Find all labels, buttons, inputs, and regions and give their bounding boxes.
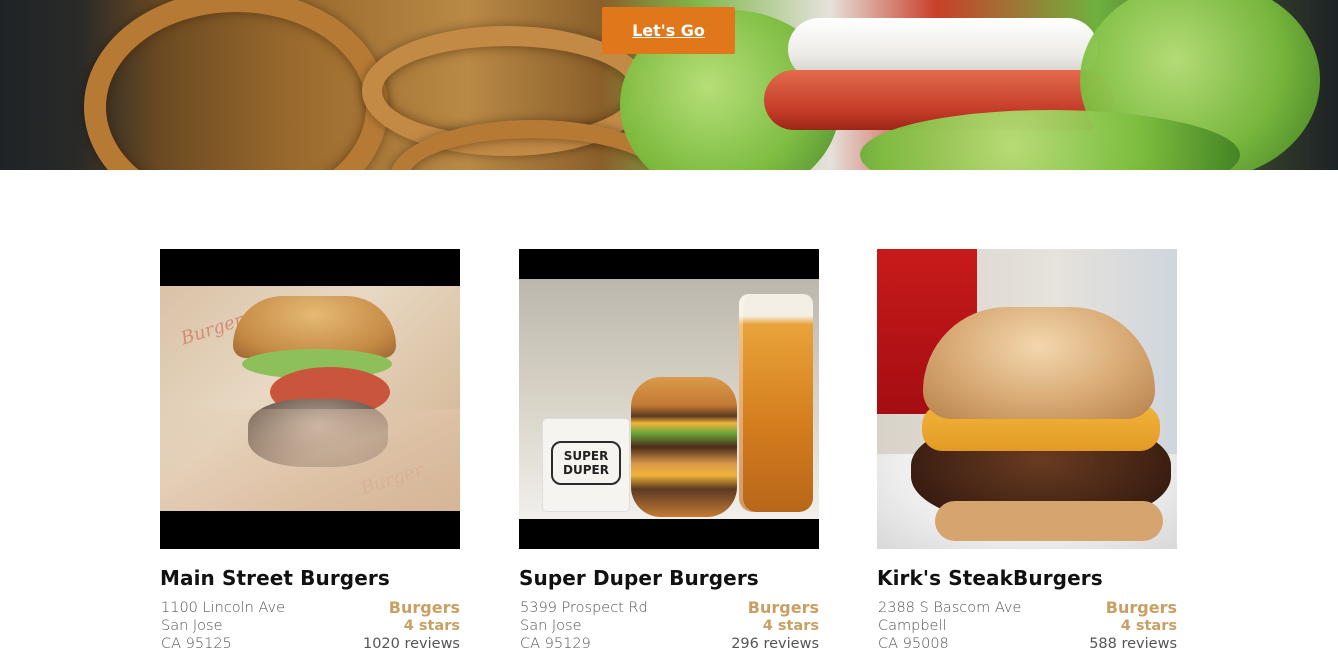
address-line-2: San Jose: [520, 618, 582, 634]
category-label: Burgers: [388, 598, 460, 617]
rating-label: 4 stars: [1120, 618, 1177, 634]
rating-label: 4 stars: [762, 618, 819, 634]
bun-bottom-image: [935, 501, 1163, 541]
reviews-count: 1020 reviews: [362, 636, 460, 652]
restaurant-address: 2388 S Bascom Ave Campbell CA 95008: [878, 599, 1021, 653]
bag-logo: SUPER DUPER: [551, 441, 621, 485]
restaurant-card[interactable]: Burger Burger Main Street Burgers 1100 L…: [160, 249, 460, 653]
onion-ring-image: [84, 0, 388, 170]
restaurant-info: 5399 Prospect Rd San Jose CA 95129 Burge…: [519, 599, 819, 653]
address-line-3: CA 95008: [878, 636, 949, 652]
bun-top-image: [923, 307, 1155, 419]
restaurant-address: 1100 Lincoln Ave San Jose CA 95125: [161, 599, 285, 653]
lets-go-button[interactable]: Let's Go: [602, 7, 735, 54]
restaurant-meta: Burgers 4 stars 1020 reviews: [363, 599, 460, 653]
restaurant-name[interactable]: Super Duper Burgers: [519, 566, 819, 590]
burger-bag-image: SUPER DUPER: [543, 419, 629, 511]
restaurant-info: 1100 Lincoln Ave San Jose CA 95125 Burge…: [160, 599, 460, 653]
category-label: Burgers: [1105, 598, 1177, 617]
restaurant-address: 5399 Prospect Rd San Jose CA 95129: [520, 599, 648, 653]
restaurant-photo[interactable]: SUPER DUPER: [519, 249, 819, 549]
restaurant-meta: Burgers 4 stars 296 reviews: [731, 599, 819, 653]
address-line-1: 5399 Prospect Rd: [520, 600, 648, 616]
restaurant-meta: Burgers 4 stars 588 reviews: [1089, 599, 1177, 653]
beer-glass-image: [739, 294, 813, 512]
reviews-count: 588 reviews: [1089, 636, 1177, 652]
rating-label: 4 stars: [403, 618, 460, 634]
category-label: Burgers: [747, 598, 819, 617]
restaurant-info: 2388 S Bascom Ave Campbell CA 95008 Burg…: [877, 599, 1177, 653]
address-line-2: San Jose: [161, 618, 223, 634]
restaurant-card[interactable]: SUPER DUPER Super Duper Burgers 5399 Pro…: [519, 249, 819, 653]
stacked-burgers-image: [631, 377, 737, 517]
address-line-3: CA 95129: [520, 636, 591, 652]
wrapper-paper-image: [160, 409, 460, 511]
restaurant-name[interactable]: Kirk's SteakBurgers: [877, 566, 1177, 590]
address-line-2: Campbell: [878, 618, 947, 634]
restaurant-photo[interactable]: [877, 249, 1177, 549]
address-line-3: CA 95125: [161, 636, 232, 652]
reviews-count: 296 reviews: [731, 636, 819, 652]
restaurant-photo[interactable]: Burger Burger: [160, 249, 460, 549]
restaurant-card[interactable]: Kirk's SteakBurgers 2388 S Bascom Ave Ca…: [877, 249, 1177, 653]
restaurant-name[interactable]: Main Street Burgers: [160, 566, 460, 590]
address-line-1: 1100 Lincoln Ave: [161, 600, 286, 616]
address-line-1: 2388 S Bascom Ave: [878, 600, 1022, 616]
